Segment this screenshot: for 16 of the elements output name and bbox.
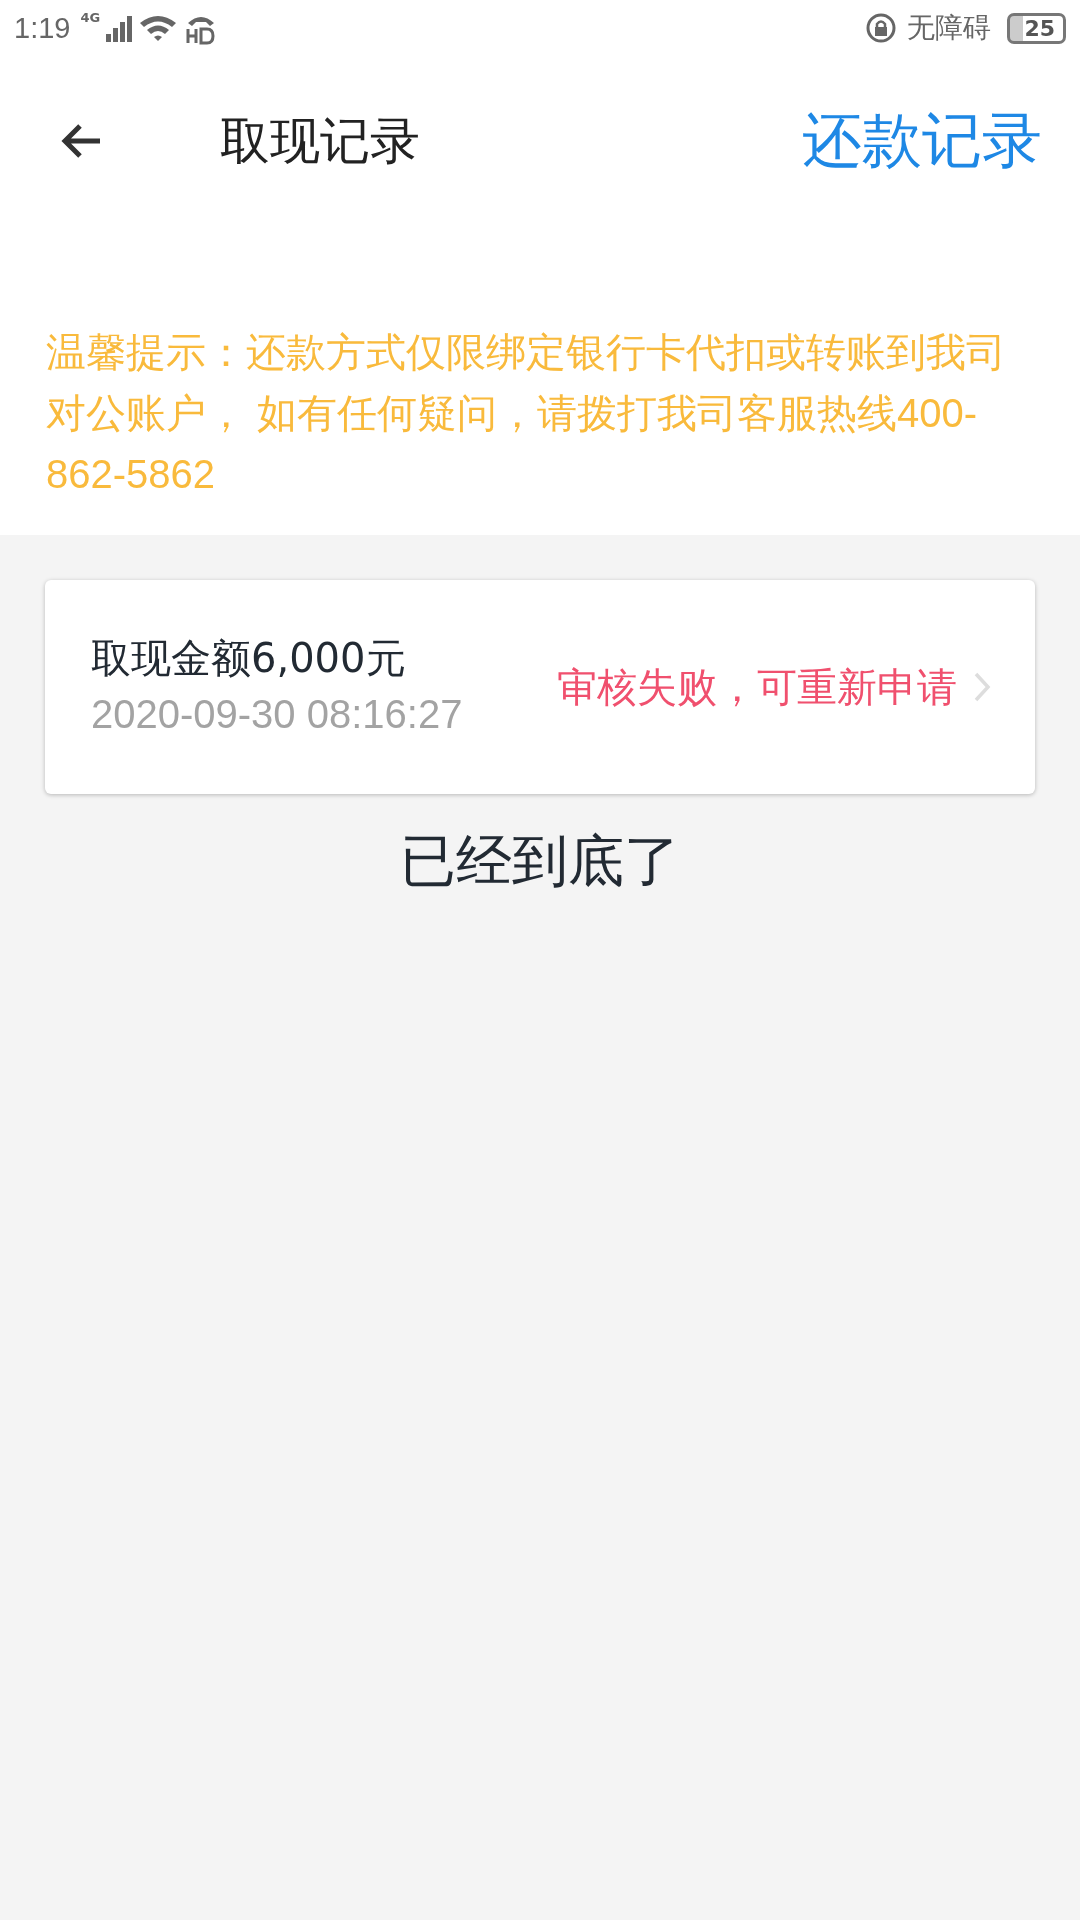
record-card[interactable]: 取现金额6,000元 2020-09-30 08:16:27 审核失败，可重新申请: [45, 580, 1035, 794]
accessibility-label: 无障碍: [907, 10, 992, 46]
battery-indicator: 25: [1007, 12, 1066, 44]
network-type: 4G: [80, 10, 101, 25]
page-title: 取现记录: [220, 110, 420, 172]
status-text: 审核失败，可重新申请: [557, 662, 957, 712]
signal-icon: [106, 14, 133, 42]
end-of-list-text: 已经到底了: [399, 827, 681, 895]
amount-text: 取现金额6,000元: [91, 634, 407, 683]
clock: 1:19: [14, 11, 71, 45]
repayment-records-link[interactable]: 还款记录: [802, 100, 1042, 182]
chevron-right-icon: [973, 671, 991, 703]
record-time: 2020-09-30 08:16:27: [91, 692, 463, 737]
wifi-icon: [138, 13, 179, 43]
lock-rotation-icon: [865, 12, 898, 44]
notice-text: 温馨提示：还款方式仅限绑定银行卡代扣或转账到我司对公账户， 如有任何疑问，请拨打我司客服热线400-862-5862: [46, 329, 1007, 498]
